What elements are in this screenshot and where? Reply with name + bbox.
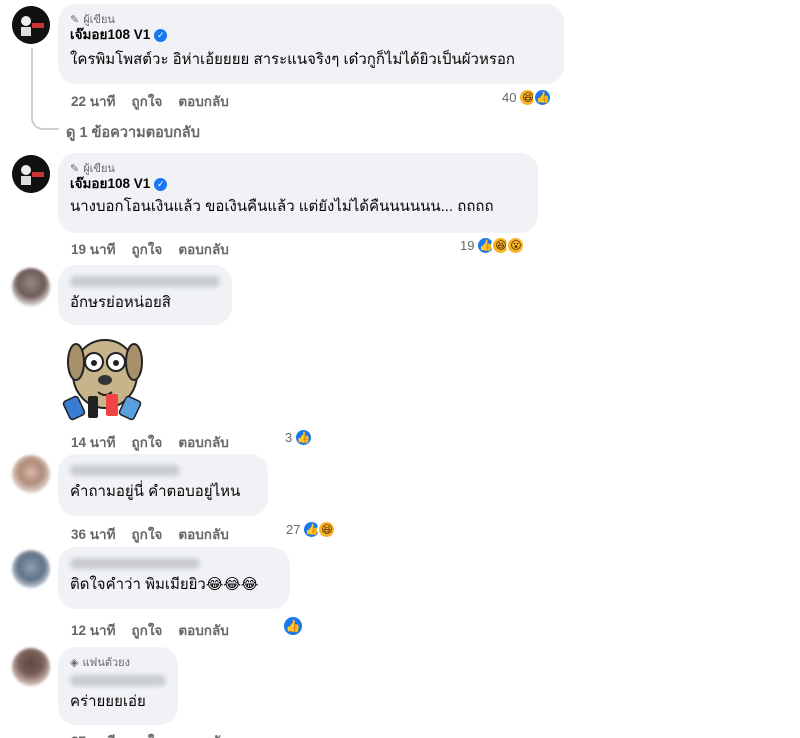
timestamp[interactable]: 19 นาที <box>71 238 115 260</box>
comment-text: คำถามอยู่นี่ คำตอบอยู่ไหน <box>70 483 241 500</box>
reaction-summary[interactable]: 19 👍 😆 😮 <box>460 236 526 255</box>
badge-label: แฟนตัวยง <box>82 657 131 669</box>
author-name-blurred[interactable] <box>70 465 180 476</box>
comment-bubble: ✎ ผู้เขียน เจ๊มอย108 V1 ✓ นางบอกโอนเงินแ… <box>58 153 538 233</box>
comment-bubble: ติดใจคำว่า พิมเมียยิว😂😂😂 <box>58 547 290 609</box>
author-name-text[interactable]: เจ๊มอย108 V1 <box>70 26 150 44</box>
comment-actions: 19 นาที ถูกใจ ตอบกลับ <box>71 238 229 260</box>
reply-button[interactable]: ตอบกลับ <box>178 730 228 738</box>
comment-actions: 36 นาที ถูกใจ ตอบกลับ <box>71 523 229 545</box>
reaction-summary[interactable]: 27 👍 😆 <box>286 520 337 539</box>
pencil-icon: ✎ <box>70 162 80 175</box>
comment-actions: 22 นาที ถูกใจ ตอบกลับ <box>71 90 229 112</box>
reply-button[interactable]: ตอบกลับ <box>178 523 228 545</box>
reply-button[interactable]: ตอบกลับ <box>178 238 228 260</box>
author-badge: ✎ ผู้เขียน <box>70 12 552 27</box>
reaction-summary[interactable]: 3 👍 <box>285 428 314 447</box>
comment-actions: 37 นาที ถูกใจ ตอบกลับ <box>71 730 229 738</box>
reaction-count: 19 <box>460 238 475 253</box>
avatar[interactable] <box>12 550 50 588</box>
pencil-icon: ✎ <box>70 13 80 26</box>
reply-button[interactable]: ตอบกลับ <box>178 431 228 453</box>
avatar[interactable] <box>12 648 50 686</box>
comment-text: ใครพิมโพสต์วะ อิห่าเอ้ยยยย สาระแนจริงๆ เ… <box>70 51 515 68</box>
comment-bubble: อักษรย่อหน่อยสิ <box>58 265 232 325</box>
timestamp[interactable]: 37 นาที <box>71 730 115 738</box>
reply-button[interactable]: ตอบกลับ <box>178 90 228 112</box>
timestamp[interactable]: 12 นาที <box>71 619 115 641</box>
wow-reaction-icon: 😮 <box>506 236 526 255</box>
like-button[interactable]: ถูกใจ <box>131 90 162 112</box>
avatar[interactable] <box>12 268 50 306</box>
timestamp[interactable]: 36 นาที <box>71 523 115 545</box>
sticker-image <box>62 339 143 421</box>
comment-bubble: คำถามอยู่นี่ คำตอบอยู่ไหน <box>58 454 268 516</box>
like-reaction-icon: 👍 <box>533 88 553 107</box>
author-name-blurred[interactable] <box>70 276 220 287</box>
author-badge: ✎ ผู้เขียน <box>70 161 526 176</box>
comment-text: อักษรย่อหน่อยสิ <box>70 294 171 311</box>
top-fan-badge: ◈ แฟนตัวยง <box>70 655 166 670</box>
view-replies-link[interactable]: ดู 1 ข้อความตอบกลับ <box>66 121 200 144</box>
verified-icon: ✓ <box>154 28 168 42</box>
comment-bubble: ✎ ผู้เขียน เจ๊มอย108 V1 ✓ ใครพิมโพสต์วะ … <box>58 4 564 84</box>
comment-actions: 14 นาที ถูกใจ ตอบกลับ <box>71 431 229 453</box>
like-reaction-icon: 👍 <box>294 428 314 447</box>
like-button[interactable]: ถูกใจ <box>131 730 162 738</box>
reaction-summary[interactable]: 40 😆 👍 <box>502 88 553 107</box>
author-name-text[interactable]: เจ๊มอย108 V1 <box>70 175 150 193</box>
comment-text: คร่ายยยเอ่ย <box>70 693 146 710</box>
comment-bubble: ◈ แฟนตัวยง คร่ายยยเอ่ย <box>58 647 178 725</box>
timestamp[interactable]: 22 นาที <box>71 90 115 112</box>
author-name-blurred[interactable] <box>70 675 166 686</box>
reaction-count: 40 <box>502 90 517 105</box>
comment-text: ติดใจคำว่า พิมเมียยิว😂😂😂 <box>70 576 259 593</box>
author-name[interactable]: เจ๊มอย108 V1 ✓ <box>70 175 526 193</box>
like-button[interactable]: ถูกใจ <box>131 238 162 260</box>
like-button[interactable]: ถูกใจ <box>131 619 162 641</box>
like-reaction-icon: 👍 <box>282 615 304 637</box>
timestamp[interactable]: 14 นาที <box>71 431 115 453</box>
avatar[interactable] <box>12 155 50 193</box>
comment-actions: 12 นาที ถูกใจ ตอบกลับ <box>71 619 229 641</box>
avatar[interactable] <box>12 455 50 493</box>
reaction-summary[interactable]: 👍 <box>282 615 304 637</box>
avatar[interactable] <box>12 6 50 44</box>
haha-reaction-icon: 😆 <box>317 520 337 539</box>
reply-button[interactable]: ตอบกลับ <box>178 619 228 641</box>
author-name[interactable]: เจ๊มอย108 V1 ✓ <box>70 26 552 44</box>
author-name-blurred[interactable] <box>70 558 200 569</box>
reaction-count: 3 <box>285 430 293 445</box>
diamond-icon: ◈ <box>70 656 79 669</box>
comment-text: นางบอกโอนเงินแล้ว ขอเงินคืนแล้ว แต่ยังไม… <box>70 198 494 215</box>
thread-connector <box>31 48 59 130</box>
reaction-count: 27 <box>286 522 301 537</box>
like-button[interactable]: ถูกใจ <box>131 523 162 545</box>
verified-icon: ✓ <box>154 177 168 191</box>
like-button[interactable]: ถูกใจ <box>131 431 162 453</box>
